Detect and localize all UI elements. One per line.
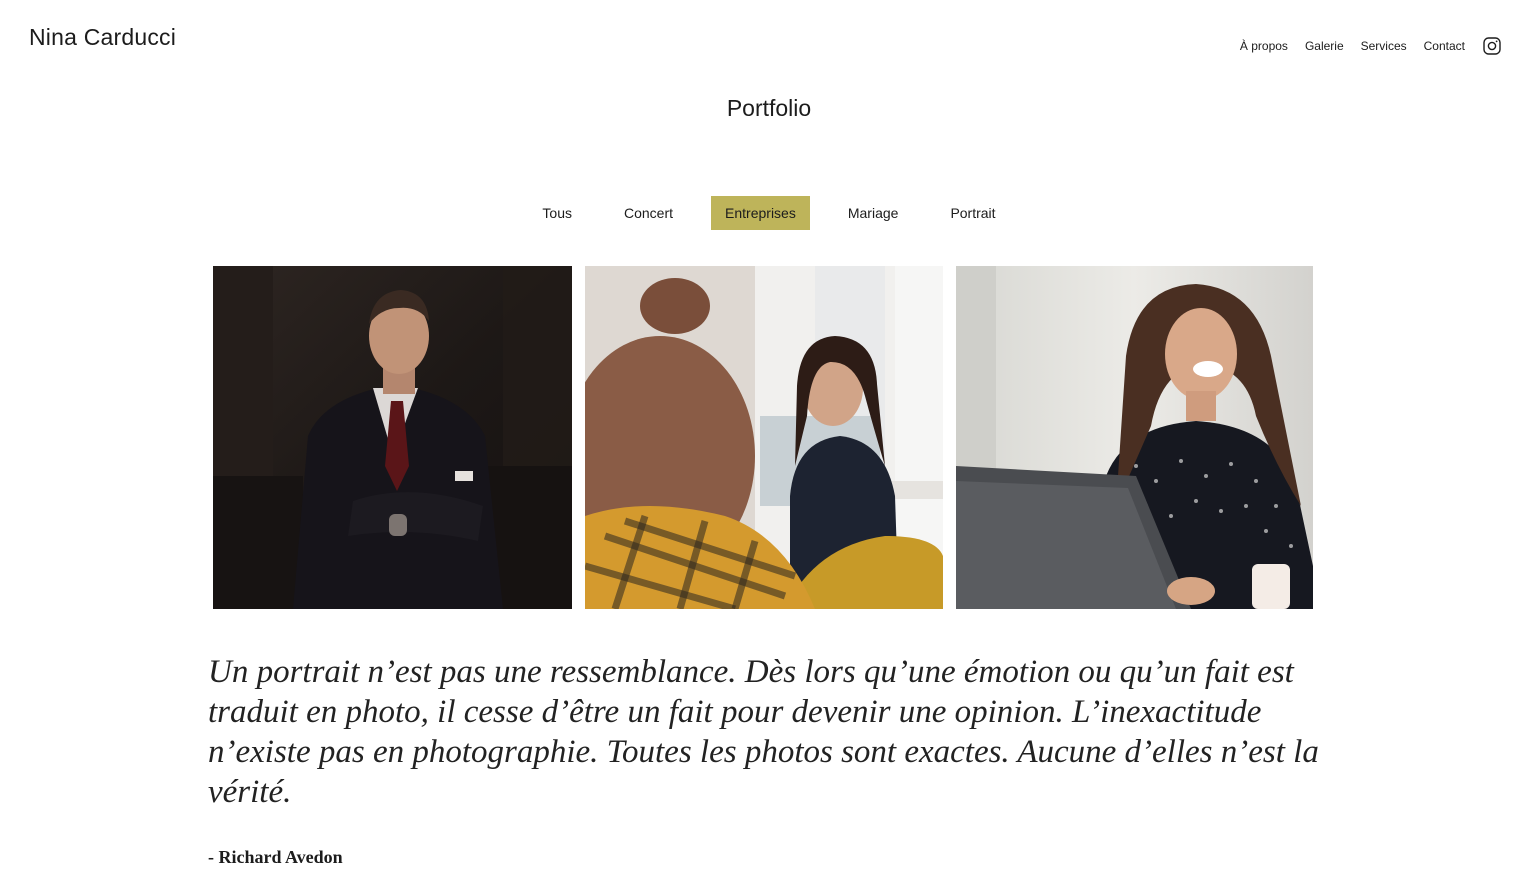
portfolio-title: Portfolio: [726, 95, 812, 121]
nav-link-services[interactable]: Services: [1361, 36, 1407, 56]
testimonial-quote: Un portrait n’est pas une ressemblance. …: [208, 654, 1319, 810]
nav-link-contact[interactable]: Contact: [1424, 36, 1465, 56]
gallery-photo-office-meeting[interactable]: [585, 266, 943, 609]
testimonial-author: - Richard Avedon: [208, 847, 343, 867]
filter-mariage[interactable]: Mariage: [834, 196, 913, 230]
portfolio-filters: Tous Concert Entreprises Mariage Portrai…: [0, 196, 1538, 230]
filter-portrait[interactable]: Portrait: [936, 196, 1009, 230]
filter-concert[interactable]: Concert: [610, 196, 687, 230]
gallery-photo-businessman[interactable]: [213, 266, 572, 609]
gallery-photo-laptop-woman[interactable]: [956, 266, 1313, 609]
filter-tous[interactable]: Tous: [528, 196, 586, 230]
site-logo[interactable]: Nina Carducci: [29, 22, 176, 52]
instagram-icon[interactable]: [1482, 36, 1502, 56]
nav-link-a-propos[interactable]: À propos: [1240, 36, 1288, 56]
gallery-grid: [213, 266, 1313, 609]
main-nav: À propos Galerie Services Contact: [1223, 36, 1502, 56]
filter-entreprises[interactable]: Entreprises: [711, 196, 810, 230]
nav-link-galerie[interactable]: Galerie: [1305, 36, 1344, 56]
